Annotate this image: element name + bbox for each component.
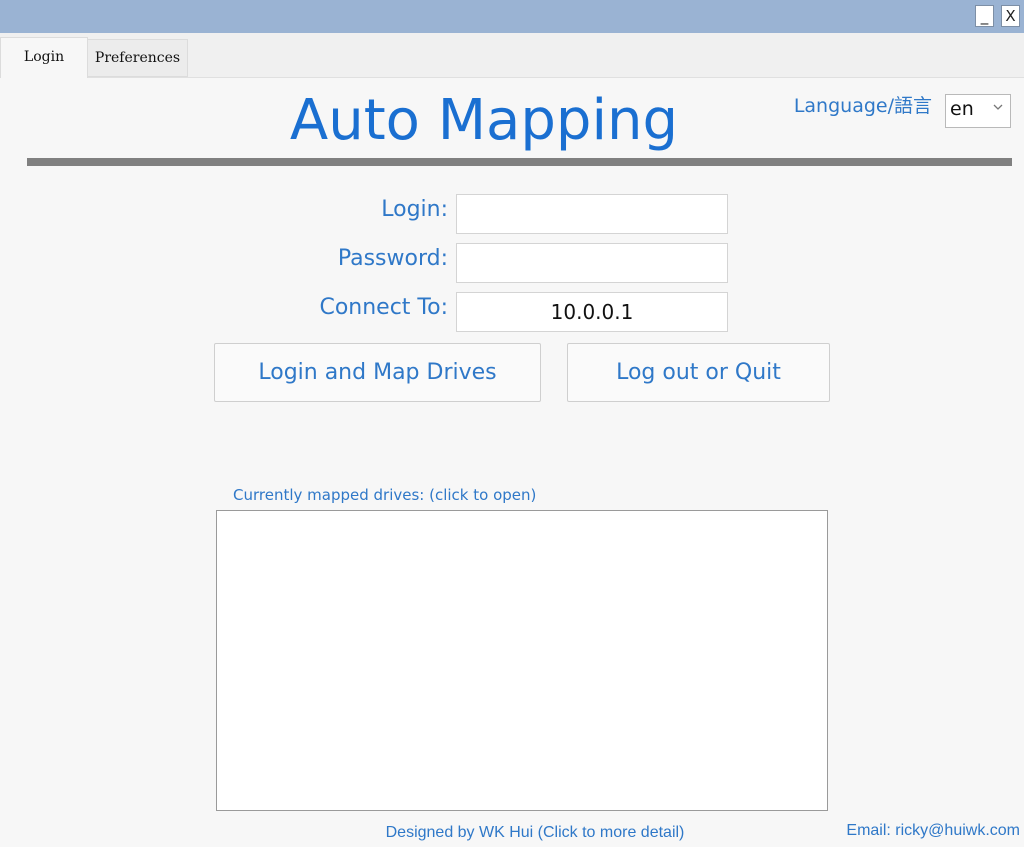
tab-preferences[interactable]: Preferences (88, 39, 188, 77)
connect-to-input[interactable] (456, 292, 728, 332)
mapped-drives-list[interactable] (216, 510, 828, 811)
app-title: Auto Mapping (289, 88, 679, 153)
email-link[interactable]: Email: ricky@huiwk.com (800, 820, 1020, 842)
tab-strip: Login Preferences (0, 33, 1024, 78)
language-select-value: en (950, 98, 974, 120)
logout-quit-button[interactable]: Log out or Quit (567, 343, 830, 402)
minimize-button[interactable]: _ (975, 5, 994, 27)
tab-login[interactable]: Login (0, 37, 88, 78)
password-label: Password: (337, 246, 448, 271)
language-label: Language/語言 (793, 95, 932, 117)
mapped-drives-caption: Currently mapped drives: (click to open) (233, 486, 537, 504)
login-label: Login: (381, 197, 448, 222)
login-input[interactable] (456, 194, 728, 234)
header-divider (27, 158, 1012, 166)
language-select[interactable]: en (945, 94, 1011, 128)
login-and-map-button[interactable]: Login and Map Drives (214, 343, 541, 402)
window-titlebar: _ X (0, 0, 1024, 33)
connect-to-label: Connect To: (319, 295, 448, 320)
designed-by-link[interactable]: Designed by WK Hui (Click to more detail… (320, 822, 750, 844)
password-input[interactable] (456, 243, 728, 283)
chevron-down-icon (992, 101, 1004, 117)
close-button[interactable]: X (1001, 5, 1020, 27)
